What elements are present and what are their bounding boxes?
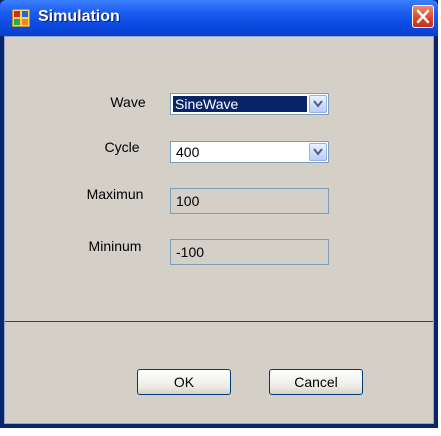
cancel-button[interactable]: Cancel	[269, 369, 363, 395]
minimum-label: Mininum	[88, 238, 142, 254]
minimum-input[interactable]: -100	[170, 239, 329, 265]
title-bar[interactable]: Simulation	[0, 0, 438, 36]
maximum-value: 100	[176, 193, 200, 209]
simulation-dialog: Simulation Wave SineWave Cycle 400 Maxim…	[0, 0, 438, 428]
maximum-input[interactable]: 100	[170, 188, 329, 214]
dialog-body: Wave SineWave Cycle 400 Maximun 100 Mini…	[4, 36, 434, 424]
window-title: Simulation	[38, 8, 120, 25]
cycle-value: 400	[176, 144, 200, 160]
close-icon	[416, 9, 430, 24]
app-window-icon	[11, 8, 31, 28]
maximum-label: Maximun	[86, 186, 144, 202]
cycle-dropdown-button[interactable]	[309, 143, 327, 161]
close-button[interactable]	[412, 5, 434, 28]
chevron-down-icon	[313, 148, 323, 156]
cycle-label: Cycle	[104, 139, 140, 155]
wave-select[interactable]: SineWave	[170, 93, 329, 115]
wave-value: SineWave	[173, 96, 307, 112]
ok-button[interactable]: OK	[137, 369, 231, 395]
cycle-select[interactable]: 400	[170, 141, 329, 163]
wave-label: Wave	[110, 94, 146, 110]
divider	[5, 321, 433, 322]
minimum-value: -100	[176, 244, 205, 260]
chevron-down-icon	[313, 100, 323, 108]
wave-dropdown-button[interactable]	[309, 95, 327, 113]
